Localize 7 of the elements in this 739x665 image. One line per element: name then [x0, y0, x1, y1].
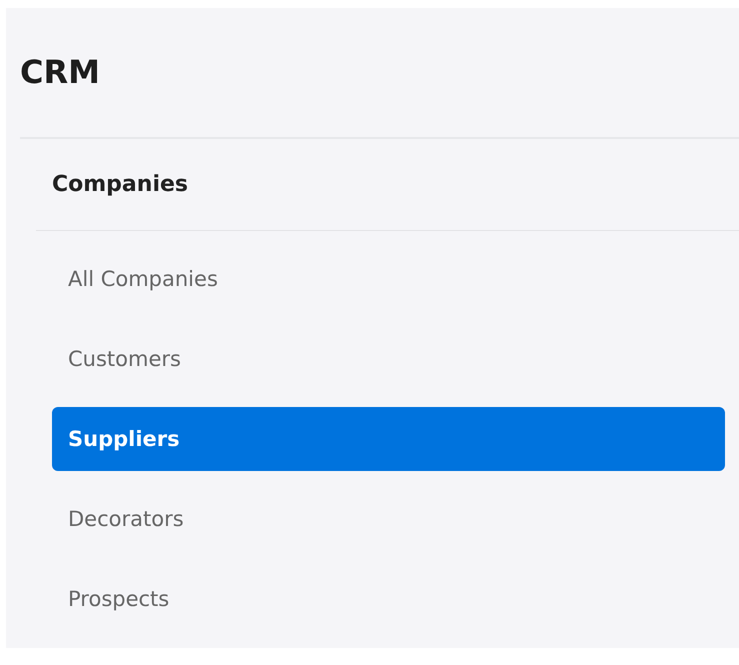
sidebar-item[interactable]: Decorators — [52, 487, 725, 551]
sidebar-item[interactable]: Suppliers — [52, 407, 725, 471]
sidebar-item[interactable]: Customers — [52, 327, 725, 391]
app-title: CRM — [20, 53, 100, 91]
section-title: Companies — [52, 172, 188, 197]
sidebar-item[interactable]: All Companies — [52, 247, 725, 311]
sidebar-item[interactable]: Prospects — [52, 567, 725, 631]
